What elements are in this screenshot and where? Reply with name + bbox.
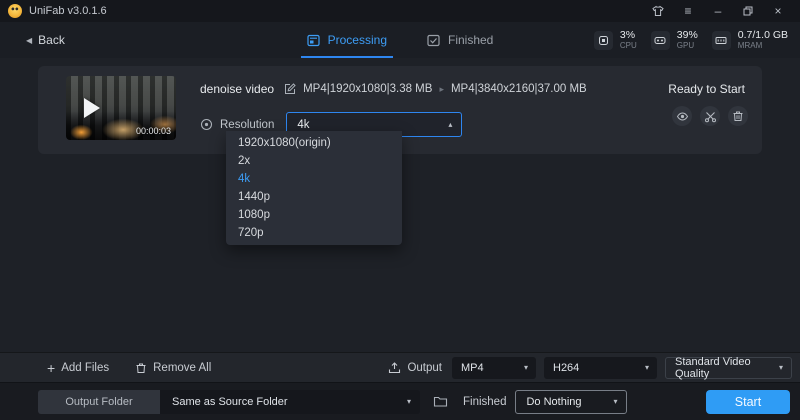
toolbar: + Add Files Remove All Output MP4 ▾ H264…: [0, 352, 800, 382]
close-button[interactable]: ×: [766, 2, 790, 20]
resolution-dropdown: 1920x1080(origin) 2x 4k 1440p 1080p 720p: [226, 131, 402, 245]
video-thumbnail[interactable]: 00:00:03: [66, 76, 176, 140]
resolution-option-1080p[interactable]: 1080p: [226, 206, 402, 224]
app-title: UniFab v3.0.1.6: [29, 5, 107, 17]
format-value: MP4: [461, 362, 484, 374]
resolution-option-2x[interactable]: 2x: [226, 152, 402, 170]
format-select[interactable]: MP4 ▾: [452, 357, 536, 379]
finished-icon: [427, 34, 440, 47]
tab-processing-label: Processing: [328, 33, 387, 47]
folder-icon: [433, 395, 448, 408]
chevron-up-icon: ▴: [448, 120, 452, 129]
resolution-option-origin[interactable]: 1920x1080(origin): [226, 134, 402, 152]
resolution-option-720p[interactable]: 720p: [226, 224, 402, 242]
rename-icon[interactable]: [284, 83, 296, 95]
tab-finished-label: Finished: [448, 33, 493, 47]
processing-icon: [307, 34, 320, 47]
output-folder-button[interactable]: Output Folder: [38, 390, 160, 414]
remove-all-button[interactable]: Remove All: [135, 362, 211, 374]
start-button[interactable]: Start: [706, 390, 790, 414]
trash-icon: [732, 110, 744, 122]
gpu-stat: 39% GPU: [651, 30, 698, 50]
mram-value: 0.7/1.0 GB: [738, 30, 788, 41]
file-title: denoise video: [200, 82, 274, 96]
output-folder-label: Output Folder: [65, 396, 132, 408]
chevron-down-icon: ▾: [645, 363, 649, 372]
scissors-icon: [704, 110, 717, 123]
trash-icon: [135, 362, 147, 374]
quality-select[interactable]: Standard Video Quality ▾: [665, 357, 792, 379]
cpu-label: CPU: [620, 42, 637, 50]
quality-value: Standard Video Quality: [675, 356, 779, 380]
finished-action-select[interactable]: Do Nothing ▾: [515, 390, 627, 414]
codec-value: H264: [553, 362, 579, 374]
cpu-value: 3%: [620, 30, 637, 41]
chevron-down-icon: ▾: [779, 363, 783, 372]
resolution-icon: [200, 118, 213, 131]
export-icon: [388, 362, 401, 374]
mram-stat: 0.7/1.0 GB MRAM: [712, 30, 788, 50]
tab-processing[interactable]: Processing: [305, 22, 389, 58]
browse-folder-button[interactable]: [429, 391, 451, 413]
gpu-value: 39%: [677, 30, 698, 41]
video-duration: 00:00:03: [136, 126, 171, 136]
codec-select[interactable]: H264 ▾: [544, 357, 657, 379]
convert-arrow-icon: ▸: [439, 84, 444, 95]
eye-icon: [676, 110, 689, 123]
trim-button[interactable]: [700, 106, 720, 126]
remove-all-label: Remove All: [153, 362, 211, 374]
add-files-label: Add Files: [61, 362, 109, 374]
output-folder-value: Same as Source Folder: [172, 396, 288, 408]
chevron-down-icon: ▾: [613, 397, 617, 406]
source-media-info: MP4|1920x1080|3.38 MB: [303, 83, 432, 95]
resolution-option-4k[interactable]: 4k: [226, 170, 402, 188]
unifab-window: UniFab v3.0.1.6 ≡ – × ◀ Back Processing: [0, 0, 800, 420]
titlebar: UniFab v3.0.1.6 ≡ – ×: [0, 0, 800, 22]
app-logo-icon: [8, 4, 22, 18]
finished-action-value: Do Nothing: [526, 396, 581, 408]
target-media-info: MP4|3840x2160|37.00 MB: [451, 83, 587, 95]
cpu-stat: 3% CPU: [594, 30, 637, 50]
chevron-down-icon: ▾: [524, 363, 528, 372]
skin-icon[interactable]: [646, 2, 670, 20]
status-text: Ready to Start: [668, 82, 745, 96]
output-label: Output: [407, 362, 442, 374]
start-label: Start: [735, 395, 761, 409]
add-files-button[interactable]: + Add Files: [47, 361, 109, 375]
cpu-icon: [594, 31, 613, 50]
delete-button[interactable]: [728, 106, 748, 126]
main-area: 00:00:03 denoise video MP4|1920x1080|3.3…: [0, 58, 800, 352]
header: ◀ Back Processing Finished 3% CPU: [0, 22, 800, 58]
bottom-bar: Output Folder Same as Source Folder ▾ Fi…: [0, 382, 800, 420]
resolution-option-1440p[interactable]: 1440p: [226, 188, 402, 206]
resolution-label: Resolution: [220, 119, 274, 131]
resolution-value: 4k: [297, 119, 309, 131]
plus-icon: +: [47, 361, 55, 375]
memory-icon: [712, 31, 731, 50]
output-folder-select[interactable]: Same as Source Folder ▾: [160, 390, 420, 414]
tab-finished[interactable]: Finished: [425, 22, 495, 58]
mram-label: MRAM: [738, 42, 788, 50]
gpu-label: GPU: [677, 42, 698, 50]
preview-button[interactable]: [672, 106, 692, 126]
system-stats: 3% CPU 39% GPU 0.7/1.0 GB MR: [594, 22, 788, 58]
play-icon[interactable]: [84, 98, 100, 118]
menu-icon[interactable]: ≡: [676, 2, 700, 20]
minimize-button[interactable]: –: [706, 2, 730, 20]
restore-button[interactable]: [736, 2, 760, 20]
gpu-icon: [651, 31, 670, 50]
chevron-down-icon: ▾: [407, 397, 411, 406]
finished-action-label: Finished: [463, 396, 506, 408]
